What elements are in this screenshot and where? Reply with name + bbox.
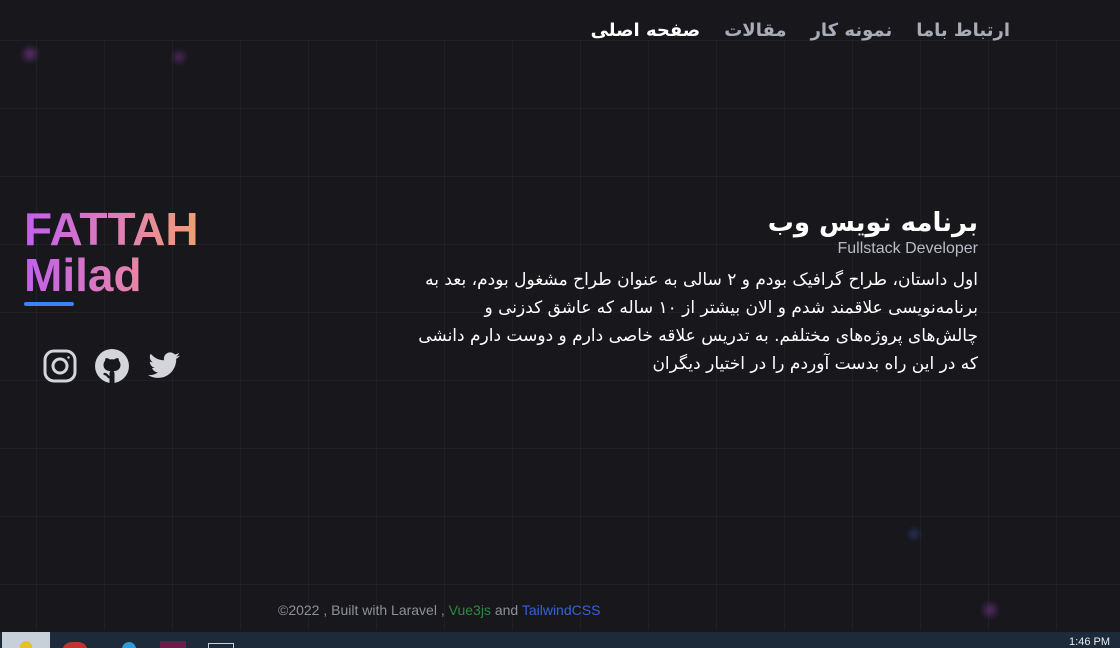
brand-underline [24,302,74,306]
brand-logo: FATTAH Milad [24,206,199,306]
taskbar: 1:46 PM [0,632,1120,648]
brand-first-name: Milad [24,252,199,298]
start-button[interactable] [2,632,50,648]
hero-section: برنامه نویس وب Fullstack Developer اول د… [418,208,978,395]
taskbar-app-icon[interactable] [160,632,186,648]
nav-item-portfolio[interactable]: نمونه کار [811,20,893,41]
background-glow [170,48,188,66]
main-nav: صفحه اصلی مقالات نمونه کار ارتباط باما [591,20,1010,41]
social-links [42,348,182,384]
footer-text: ©2022 , Built with Laravel , [278,602,445,618]
footer-link-vue[interactable]: Vue3js [449,602,491,618]
taskbar-app-icon[interactable] [118,632,140,648]
hero-title: برنامه نویس وب [767,208,978,238]
footer-link-tailwind[interactable]: TailwindCSS [522,602,601,618]
nav-item-home[interactable]: صفحه اصلی [591,20,701,41]
instagram-icon[interactable] [42,348,78,384]
footer-and: and [494,602,519,618]
background-glow [980,600,1000,620]
nav-item-articles[interactable]: مقالات [724,20,786,41]
background-glow [20,44,40,64]
background-glow [906,526,922,542]
twitter-icon[interactable] [146,348,182,384]
github-icon[interactable] [94,348,130,384]
taskbar-app-icon[interactable] [62,632,88,648]
taskbar-app-icon[interactable] [208,632,234,648]
nav-item-contact[interactable]: ارتباط باما [916,20,1010,41]
hero-bio: اول داستان، طراح گرافیک بودم و ۲ سالی به… [418,270,978,374]
hero-subtitle: Fullstack Developer [837,240,979,257]
taskbar-clock: 1:46 PM [1069,636,1110,648]
start-icon [20,641,32,648]
brand-last-name: FATTAH [24,203,199,255]
footer: ©2022 , Built with Laravel , Vue3js and … [278,602,600,618]
